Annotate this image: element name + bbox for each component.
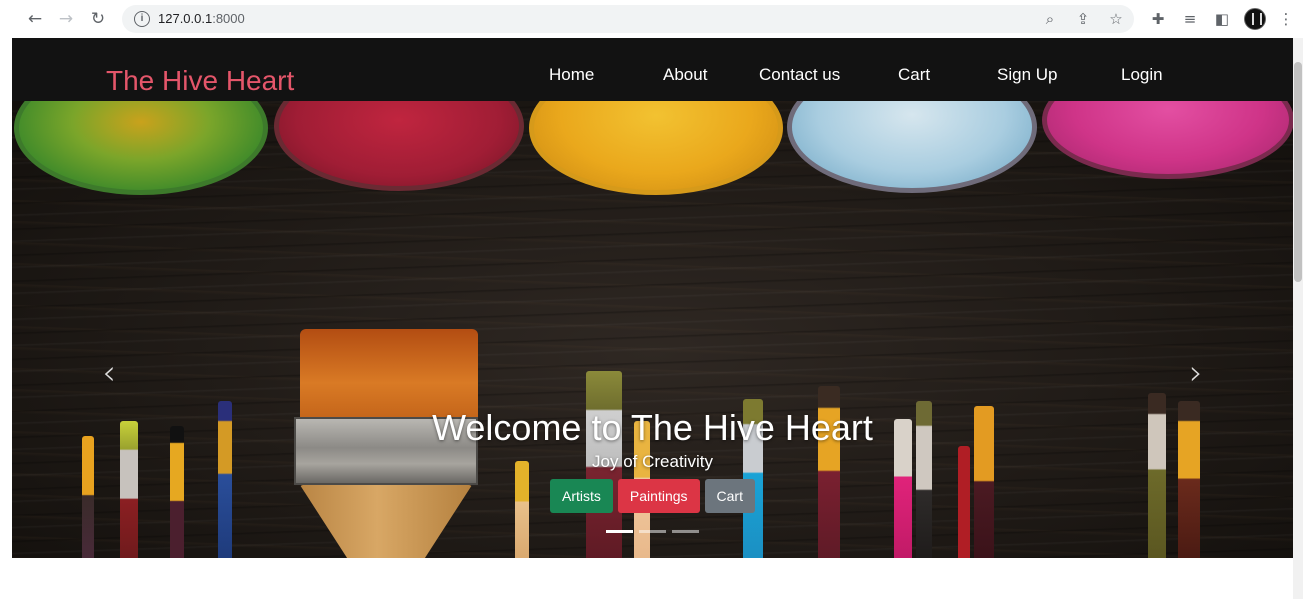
zoom-icon[interactable]: ⌕	[1040, 9, 1060, 29]
prev-arrow-icon[interactable]: ‹	[99, 356, 119, 390]
pink-paint-plate	[1042, 101, 1293, 179]
reading-list-icon[interactable]: ≡	[1180, 9, 1200, 29]
page-scrollbar[interactable]	[1293, 38, 1303, 599]
artists-button[interactable]: Artists	[550, 479, 613, 513]
side-panel-icon[interactable]: ◧	[1212, 9, 1232, 29]
forward-icon[interactable]: →	[55, 8, 77, 30]
scroll-thumb[interactable]	[1294, 62, 1302, 282]
menu-icon[interactable]: ⋮	[1276, 9, 1296, 29]
carousel-indicator-2[interactable]	[639, 530, 666, 533]
address-bar[interactable]: i 127.0.0.1:8000 ⌕ ⇪ ☆	[122, 5, 1134, 33]
browser-toolbar: ← → ↻ i 127.0.0.1:8000 ⌕ ⇪ ☆ ✚ ≡ ◧ ⋮	[0, 0, 1303, 38]
hero-subtitle: Joy of Creativity	[592, 452, 713, 471]
red-paint-plate	[274, 101, 524, 191]
carousel-caption: Welcome to The Hive Heart Joy of Creativ…	[12, 408, 1293, 513]
web-page: The Hive Heart Home About Contact us Car…	[12, 38, 1293, 558]
yellow-paint-plate	[529, 101, 783, 195]
blue-paint-plate	[787, 101, 1037, 193]
site-navbar: The Hive Heart Home About Contact us Car…	[12, 38, 1293, 101]
info-icon[interactable]: i	[134, 11, 150, 27]
nav-signup[interactable]: Sign Up	[997, 65, 1057, 85]
url-host: 127.0.0.1	[158, 11, 213, 26]
carousel-indicator-3[interactable]	[672, 530, 699, 533]
back-icon[interactable]: ←	[24, 8, 46, 30]
hero-buttons: Artists Paintings Cart	[12, 479, 1293, 513]
profile-avatar[interactable]	[1244, 8, 1266, 30]
nav-about[interactable]: About	[663, 65, 707, 85]
carousel-indicator-1[interactable]	[606, 530, 633, 533]
url-port: :8000	[212, 11, 245, 26]
nav-cart[interactable]: Cart	[898, 65, 930, 85]
big-brush-bristles	[300, 329, 478, 419]
reload-icon[interactable]: ↻	[87, 8, 109, 30]
url-text[interactable]: 127.0.0.1:8000	[158, 11, 245, 26]
share-icon[interactable]: ⇪	[1073, 9, 1093, 29]
hero-title: Welcome to The Hive Heart	[432, 407, 873, 448]
hero-carousel: ‹ › Welcome to The Hive Heart Joy of Cre…	[12, 101, 1293, 558]
next-arrow-icon[interactable]: ›	[1186, 356, 1206, 390]
nav-contact[interactable]: Contact us	[759, 65, 840, 85]
cart-button[interactable]: Cart	[704, 479, 755, 513]
nav-login[interactable]: Login	[1121, 65, 1163, 85]
paintings-button[interactable]: Paintings	[617, 479, 700, 513]
extensions-icon[interactable]: ✚	[1148, 9, 1168, 29]
green-paint-plate	[14, 101, 268, 195]
brand-logo[interactable]: The Hive Heart	[106, 65, 294, 97]
nav-home[interactable]: Home	[549, 65, 594, 85]
star-icon[interactable]: ☆	[1106, 9, 1126, 29]
carousel-indicators	[12, 530, 1293, 533]
